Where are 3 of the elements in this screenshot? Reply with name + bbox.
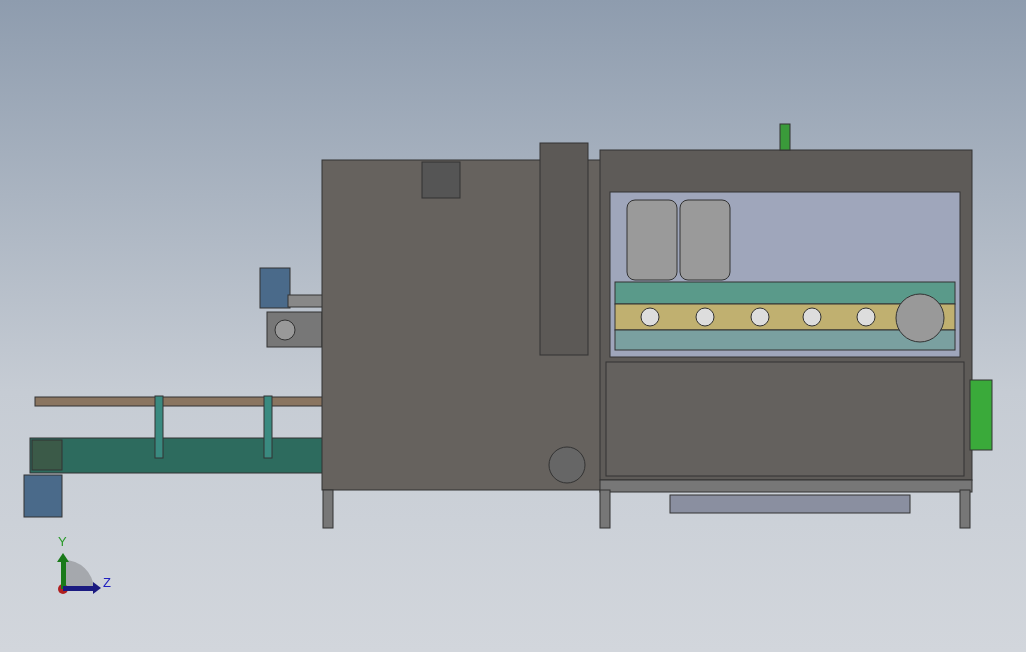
axis-triad-drawing [57,553,101,594]
y-axis-label: Y [58,534,67,549]
z-axis-label: Z [103,575,111,590]
